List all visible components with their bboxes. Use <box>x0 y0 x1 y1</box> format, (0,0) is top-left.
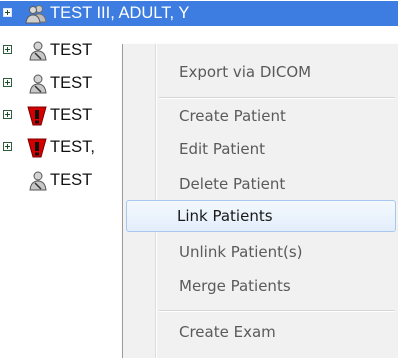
patient-name: TEST, <box>50 138 95 156</box>
menu-item-create-exam[interactable]: Create Exam <box>126 316 396 348</box>
menu-item-export-dicom[interactable]: Export via DICOM <box>126 56 396 88</box>
expand-icon[interactable] <box>3 110 12 119</box>
menu-item-label: Edit Patient <box>179 140 266 158</box>
alert-person-icon <box>26 105 48 126</box>
person-icon <box>27 170 49 191</box>
group-person-icon <box>25 3 47 24</box>
patient-name: TEST <box>50 171 93 189</box>
patient-name: TEST III, ADULT, Y <box>50 4 190 22</box>
menu-item-label: Delete Patient <box>179 175 286 193</box>
menu-separator <box>159 310 395 312</box>
person-icon <box>27 40 49 61</box>
menu-separator <box>159 97 395 99</box>
menu-item-create-patient[interactable]: Create Patient <box>126 100 396 132</box>
menu-item-merge-patients[interactable]: Merge Patients <box>126 270 396 302</box>
menu-item-label: Unlink Patient(s) <box>179 243 303 261</box>
patient-name: TEST <box>50 106 93 124</box>
menu-item-label: Create Patient <box>179 107 286 125</box>
context-menu: Export via DICOM Create Patient Edit Pat… <box>122 44 398 358</box>
menu-item-label: Link Patients <box>177 207 273 225</box>
menu-item-label: Create Exam <box>179 323 276 341</box>
menu-item-edit-patient[interactable]: Edit Patient <box>126 133 396 165</box>
menu-item-label: Merge Patients <box>179 277 291 295</box>
alert-person-icon <box>26 137 48 158</box>
patient-name: TEST <box>50 41 93 59</box>
tree-row-selected[interactable]: TEST III, ADULT, Y <box>0 1 398 26</box>
menu-item-unlink-patients[interactable]: Unlink Patient(s) <box>126 236 396 268</box>
patient-name: TEST <box>50 74 93 92</box>
menu-item-link-patients[interactable]: Link Patients <box>126 200 396 232</box>
menu-item-delete-patient[interactable]: Delete Patient <box>126 168 396 200</box>
expand-icon[interactable] <box>3 45 12 54</box>
expand-icon[interactable] <box>3 142 12 151</box>
expand-icon[interactable] <box>3 8 12 17</box>
menu-item-label: Export via DICOM <box>179 63 312 81</box>
person-icon <box>27 73 49 94</box>
expand-icon[interactable] <box>3 78 12 87</box>
